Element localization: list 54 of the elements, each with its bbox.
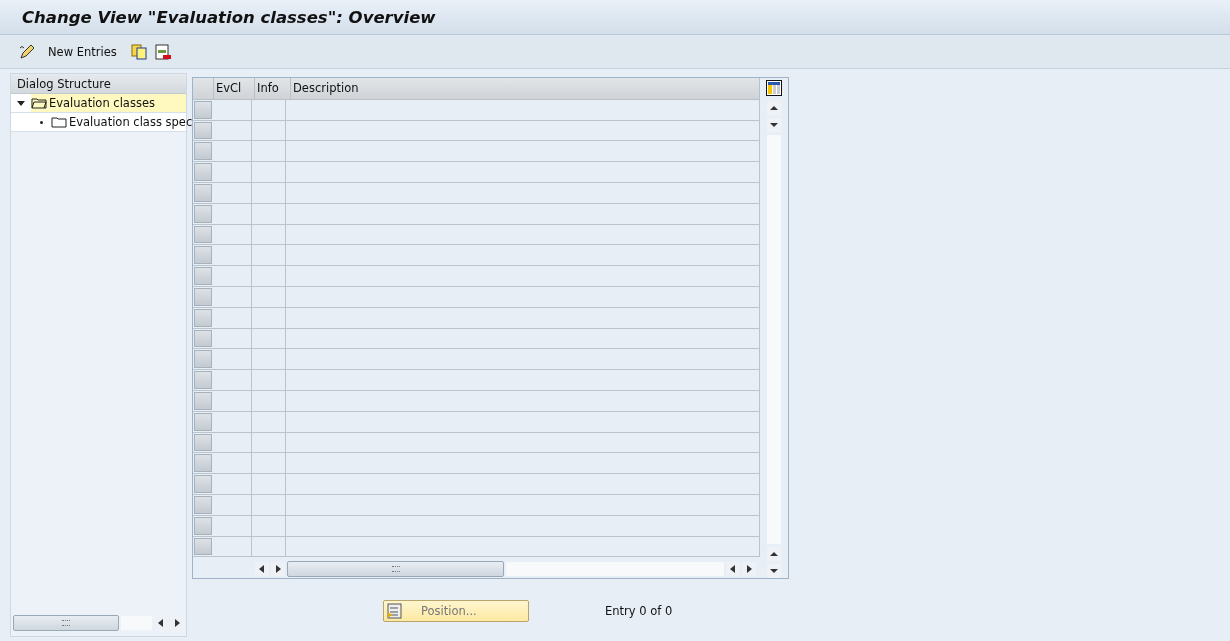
folder-icon [31, 97, 47, 109]
row-selector[interactable] [194, 371, 212, 389]
row-selector[interactable] [194, 350, 212, 369]
row-selector[interactable] [194, 246, 212, 265]
scrollbar-thumb[interactable] [13, 615, 119, 631]
row-selector[interactable] [194, 329, 212, 348]
window-title: Change View "Evaluation classes": Overview [22, 7, 436, 27]
entry-count: Entry 0 of 0 [605, 604, 673, 618]
tree-item[interactable]: Evaluation classes [31, 94, 186, 112]
row-selector[interactable] [194, 454, 212, 473]
row-selector[interactable] [194, 142, 212, 161]
row-selector[interactable] [194, 308, 212, 327]
row-selector[interactable] [194, 433, 212, 452]
bullet-icon [40, 120, 43, 124]
row-selector[interactable] [194, 475, 212, 493]
row-selector[interactable] [194, 412, 212, 431]
position-button[interactable]: Position... [383, 600, 529, 622]
pencil-icon[interactable] [18, 42, 36, 61]
delete-icon[interactable] [154, 43, 171, 60]
row-selector[interactable] [194, 100, 212, 119]
row-selector[interactable] [194, 495, 212, 514]
row-selector[interactable] [194, 391, 212, 410]
tree-item-label: Evaluation classes [49, 96, 155, 110]
scroll-left-icon[interactable] [255, 562, 269, 577]
scroll-up-icon[interactable] [767, 547, 781, 561]
scroll-right-icon[interactable] [271, 562, 285, 577]
row-selector[interactable] [194, 121, 212, 140]
row-selector[interactable] [194, 267, 212, 285]
scrollbar-thumb[interactable] [287, 561, 504, 578]
scroll-down-icon[interactable] [767, 118, 781, 132]
row-selector[interactable] [194, 183, 212, 202]
row-selector[interactable] [194, 204, 212, 223]
row-selector[interactable] [194, 516, 212, 535]
tree-item[interactable]: Evaluation class spec [51, 113, 197, 131]
scroll-up-icon[interactable] [767, 101, 781, 115]
expanded-triangle-icon[interactable] [17, 99, 25, 107]
row-selector[interactable] [194, 225, 212, 244]
folder-icon [51, 116, 67, 128]
scroll-right-icon[interactable] [742, 562, 756, 577]
new-entries-button[interactable]: New Entries [44, 42, 121, 61]
column-settings-icon[interactable] [766, 80, 782, 96]
scrollbar-track[interactable] [506, 562, 724, 577]
column-header[interactable]: EvCl [214, 78, 255, 99]
scroll-left-icon[interactable] [726, 562, 740, 577]
scroll-down-icon[interactable] [767, 564, 781, 578]
tree-item-label: Evaluation class spec [69, 115, 193, 129]
row-selector[interactable] [194, 537, 212, 556]
column-header[interactable]: Info [255, 78, 291, 99]
row-selector[interactable] [194, 287, 212, 306]
panel-header: Dialog Structure [11, 74, 186, 94]
column-header[interactable]: Description [291, 78, 760, 99]
position-icon [387, 603, 403, 619]
copy-icon[interactable] [130, 43, 147, 60]
row-selector[interactable] [194, 163, 212, 181]
